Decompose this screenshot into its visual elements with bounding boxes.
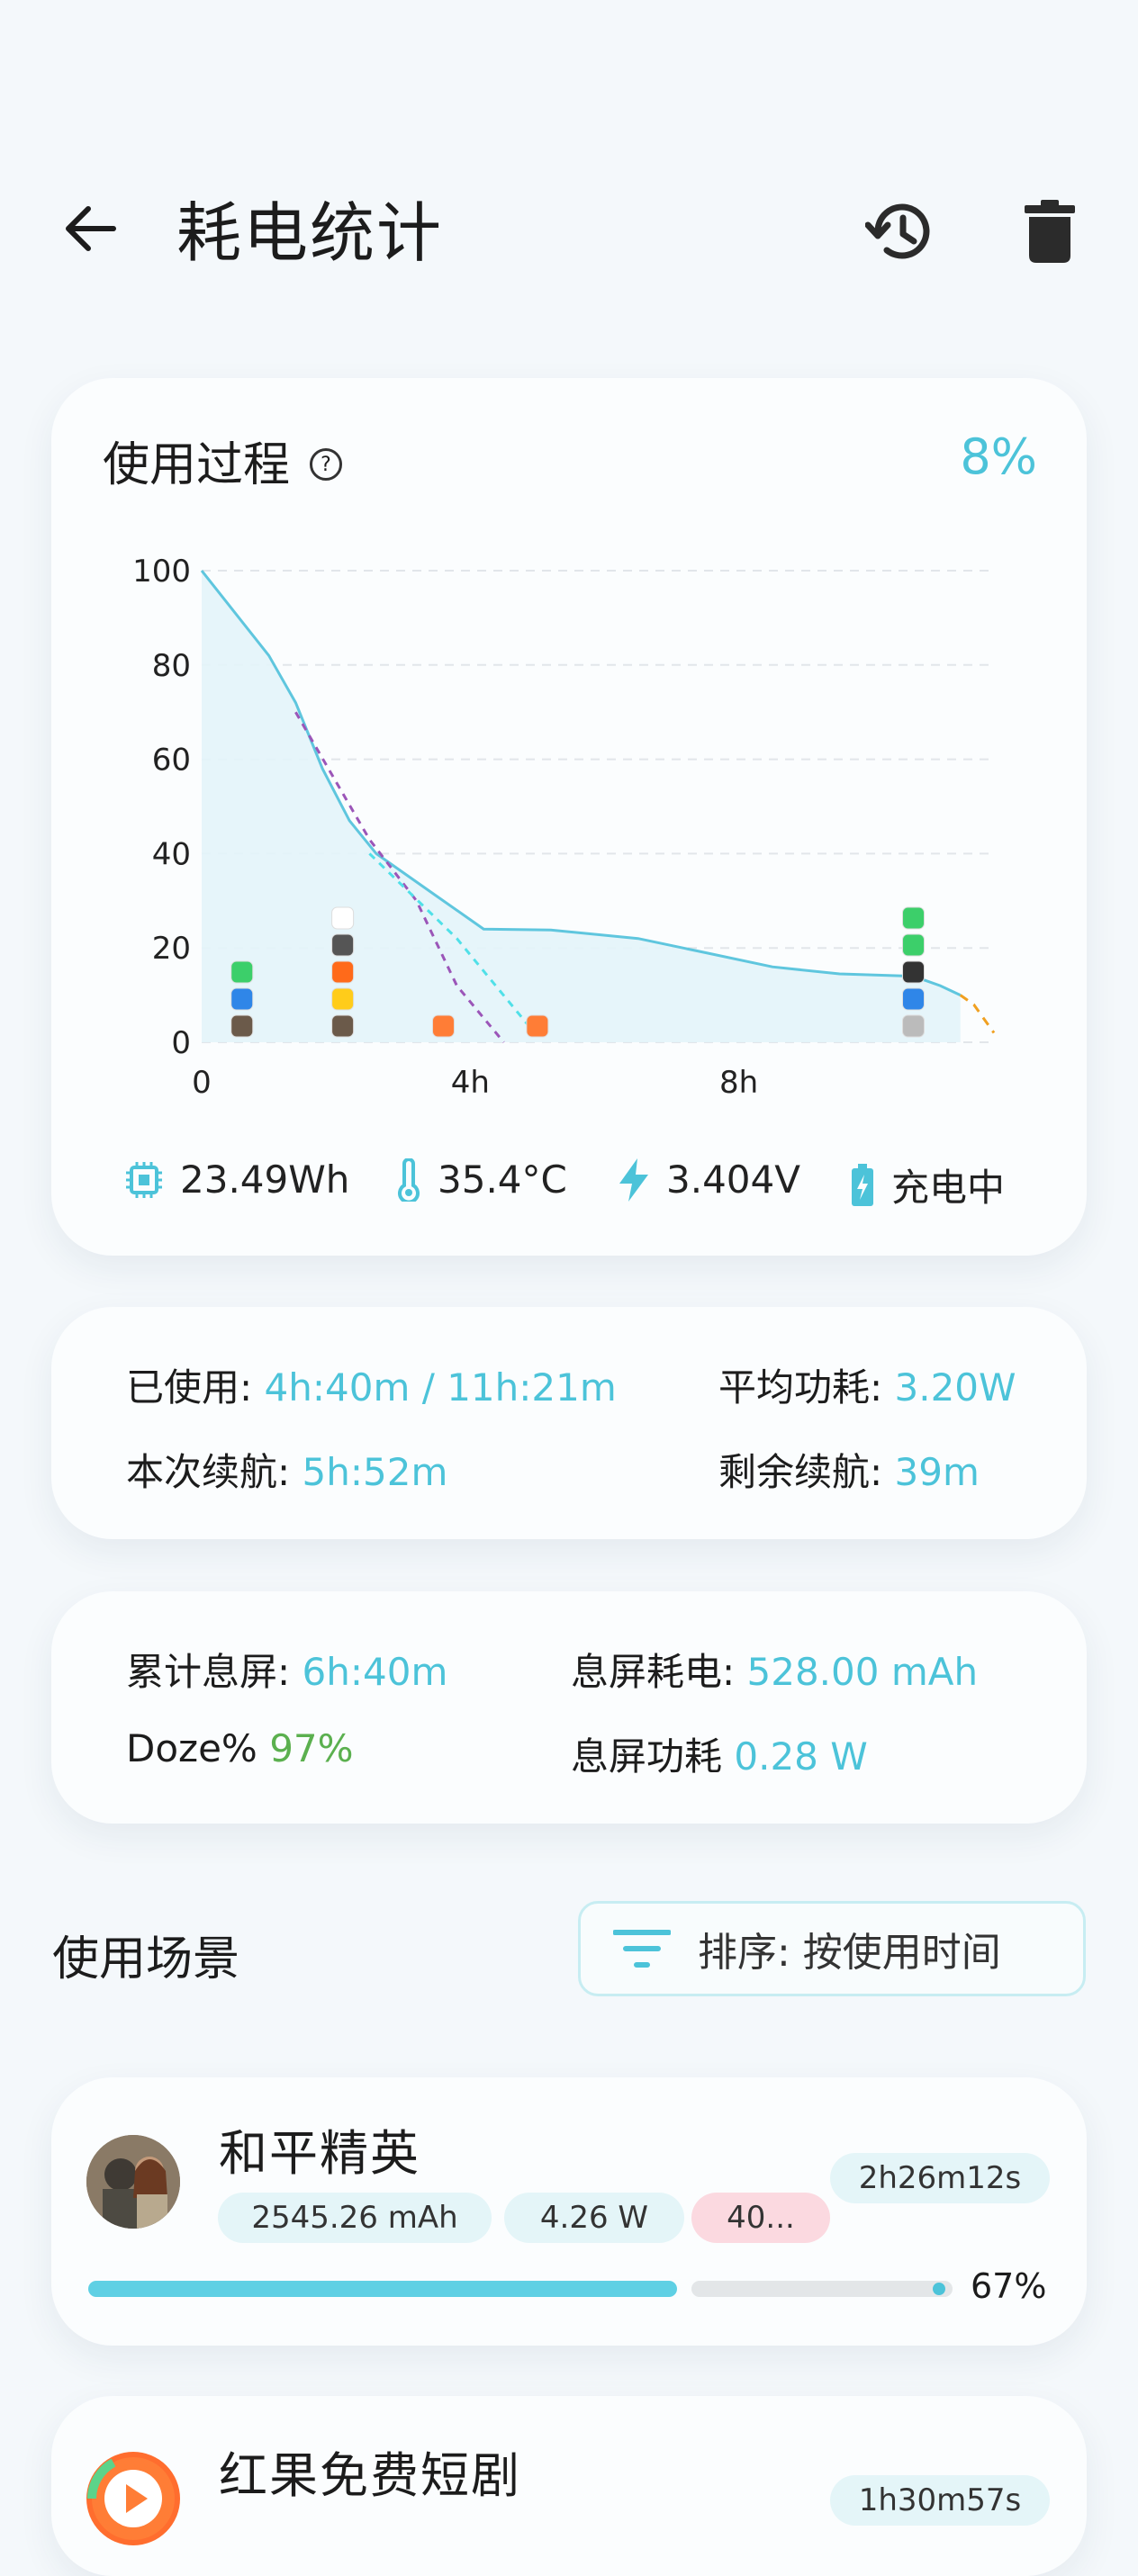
camera2-icon: [331, 933, 355, 957]
wechat-icon: [230, 960, 254, 984]
voltage-value: 3.404V: [666, 1157, 800, 1202]
doze-value: 97%: [269, 1726, 354, 1770]
camera-icon: [902, 987, 926, 1011]
phone-icon: [902, 933, 926, 957]
y-tick-label: 0: [171, 1025, 191, 1061]
app-duration-pill: 2h26m12s: [830, 2153, 1050, 2203]
back-button[interactable]: [52, 191, 128, 266]
misc-icon: [902, 1014, 926, 1038]
screen-off-total-label: 累计息屏:: [126, 1650, 291, 1694]
energy-value: 23.49Wh: [180, 1157, 350, 1202]
app-percent: 67%: [971, 2266, 1047, 2306]
x-tick-label: 4h: [451, 1065, 490, 1101]
endurance-value: 5h:52m: [302, 1450, 448, 1494]
app-progress-dot: [933, 2283, 945, 2295]
endurance: 本次续航: 5h:52m: [126, 1442, 447, 1497]
y-tick-label: 40: [152, 836, 191, 872]
doze-percent: Doze% 97%: [126, 1726, 354, 1770]
usage-summary-card: [51, 1307, 1087, 1539]
filter-icon: [613, 1930, 671, 1968]
app-duration-pill-2: 1h30m57s: [830, 2475, 1050, 2526]
app-progress-track: [691, 2281, 953, 2297]
video-icon: [526, 1014, 549, 1038]
usage-process-title-text: 使用过程: [103, 438, 291, 492]
help-icon[interactable]: ?: [310, 448, 343, 481]
app-temp-pill: 40...: [691, 2193, 830, 2243]
scenes-title: 使用场景: [52, 1932, 240, 1986]
screen-off-drain-label: 息屏耗电:: [571, 1650, 736, 1694]
endurance-label: 本次续航:: [126, 1450, 291, 1494]
remaining-value: 39m: [894, 1450, 980, 1494]
y-tick-label: 80: [152, 648, 191, 684]
page-title: 耗电统计: [176, 195, 444, 271]
y-tick-label: 20: [152, 931, 191, 967]
usage-process-title: 使用过程?: [103, 427, 343, 494]
thermometer-icon: [398, 1157, 420, 1202]
app-name-hongguo: 红果免费短剧: [219, 2447, 521, 2504]
video-icon: [431, 1014, 455, 1038]
screen-off-drain: 息屏耗电: 528.00 mAh: [571, 1642, 978, 1697]
history-icon: [865, 203, 930, 259]
voltage-stat: 3.404V: [618, 1157, 800, 1202]
screen-off-power-label: 息屏功耗: [571, 1734, 723, 1779]
sort-button[interactable]: 排序: 按使用时间: [578, 1901, 1086, 1996]
x-tick-label: 8h: [719, 1065, 758, 1101]
wechat-icon: [902, 906, 926, 930]
doze-label: Doze%: [126, 1726, 257, 1770]
game-icon: [230, 1014, 254, 1038]
screen-off-power: 息屏功耗 0.28 W: [571, 1726, 868, 1781]
app-name-heping: 和平精英: [219, 2125, 420, 2182]
charging-status: 充电中: [850, 1157, 1005, 1212]
remaining-endurance: 剩余续航: 39m: [718, 1442, 980, 1497]
chrome-icon: [331, 906, 355, 930]
charging-status-text: 充电中: [891, 1166, 1006, 1210]
app-progress-bar: [88, 2281, 677, 2297]
usage-chart[interactable]: 0 20 40 60 80 100 0 4h 8h: [0, 531, 1138, 1125]
sort-label: 排序: 按使用时间: [698, 1930, 1001, 1976]
used-time: 已使用: 4h:40m / 11h:21m: [126, 1357, 617, 1412]
battery-percent: 8%: [960, 428, 1037, 485]
battery-charging-icon: [852, 1163, 873, 1206]
used-time-value: 4h:40m / 11h:21m: [264, 1365, 617, 1410]
avg-power-value: 3.20W: [894, 1365, 1016, 1410]
avg-power-label: 平均功耗:: [718, 1365, 883, 1410]
avg-power: 平均功耗: 3.20W: [718, 1357, 1016, 1412]
screen-off-total: 累计息屏: 6h:40m: [126, 1642, 447, 1697]
temperature-value: 35.4°C: [438, 1157, 567, 1202]
usage-area: [202, 571, 961, 1042]
y-tick-label: 100: [132, 554, 191, 590]
delete-button[interactable]: [1013, 191, 1087, 272]
game-icon: [331, 1014, 355, 1038]
app-power-pill: 4.26 W: [504, 2193, 684, 2243]
trash-icon: [1025, 200, 1075, 263]
screen-off-power-value: 0.28 W: [734, 1734, 868, 1779]
qq-icon: [902, 960, 926, 984]
chip-icon: [126, 1161, 162, 1198]
camera-icon: [230, 987, 254, 1011]
remaining-label: 剩余续航:: [718, 1450, 883, 1494]
arrow-left-icon: [66, 206, 116, 251]
app-avatar-hongguo: [86, 2452, 180, 2545]
taobao-icon: [331, 960, 355, 984]
y-tick-label: 60: [152, 743, 191, 779]
bolt-icon: [619, 1157, 648, 1202]
meituan-icon: [331, 987, 355, 1011]
app-capacity-pill: 2545.26 mAh: [218, 2193, 492, 2243]
history-button[interactable]: [860, 191, 941, 272]
app-avatar-heping: [86, 2135, 180, 2229]
screen-off-total-value: 6h:40m: [302, 1650, 448, 1694]
screen-off-card: [51, 1591, 1087, 1824]
x-tick-label: 0: [192, 1065, 212, 1101]
projection-line: [959, 994, 996, 1034]
energy-stat: 23.49Wh: [124, 1157, 349, 1202]
temperature-stat: 35.4°C: [396, 1157, 567, 1202]
used-time-label: 已使用:: [126, 1365, 253, 1410]
screen-off-drain-value: 528.00 mAh: [746, 1650, 979, 1694]
